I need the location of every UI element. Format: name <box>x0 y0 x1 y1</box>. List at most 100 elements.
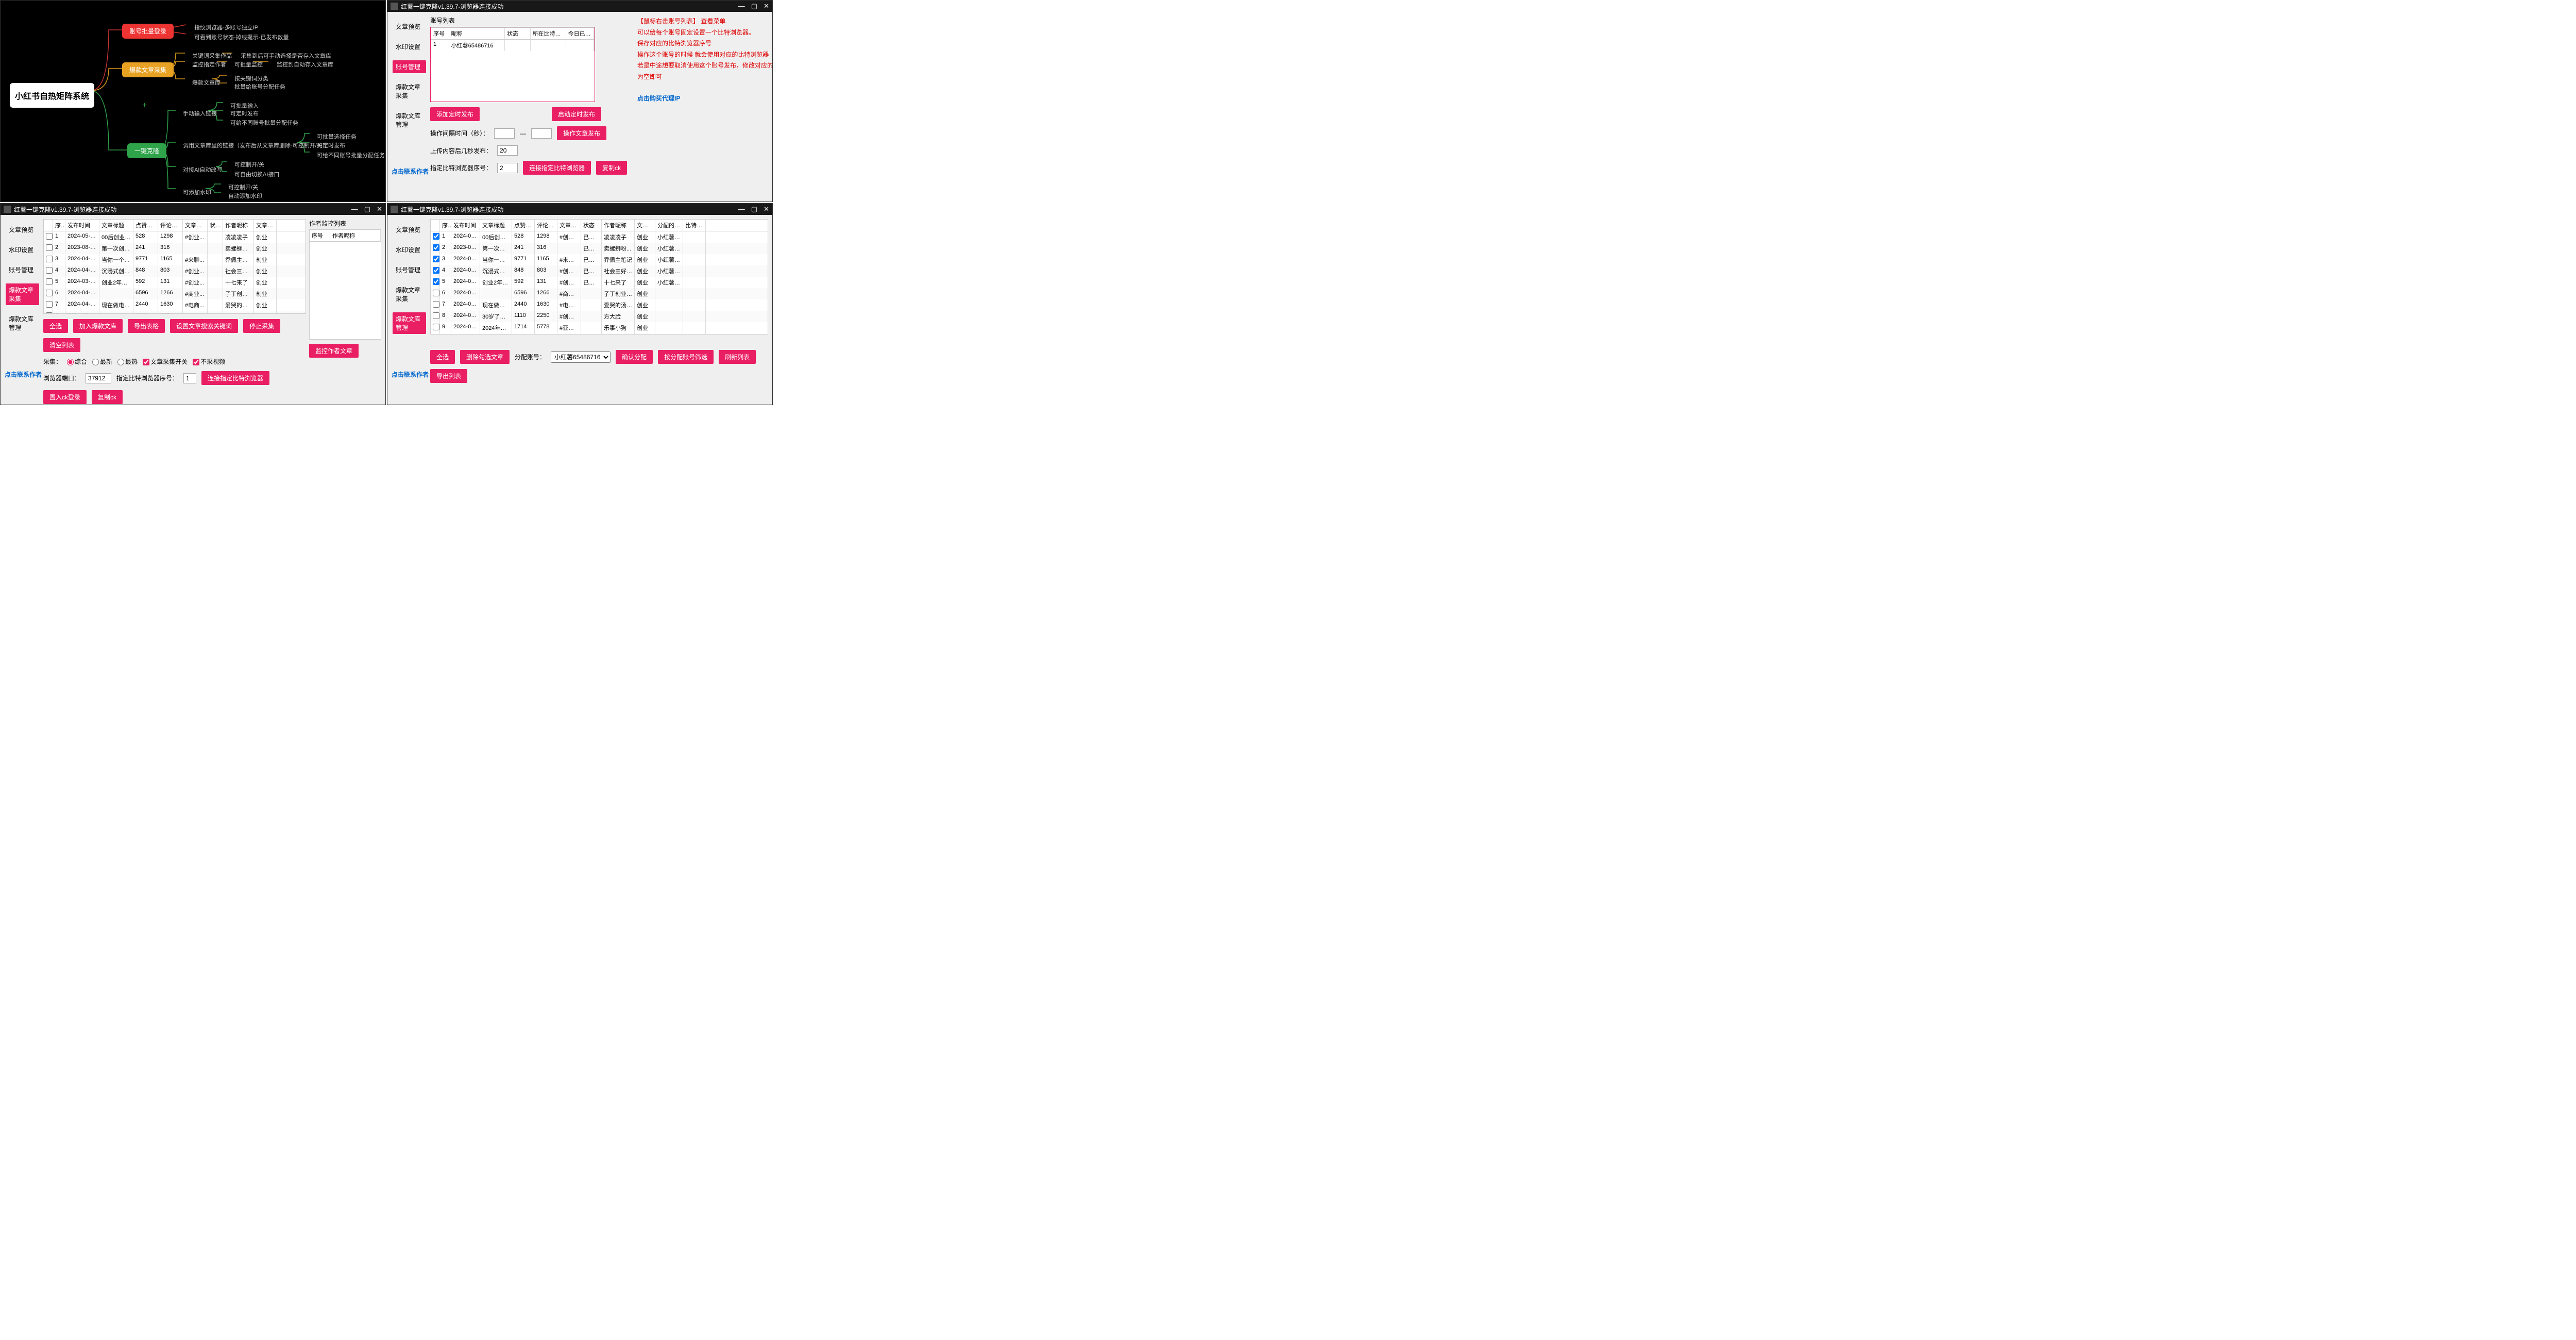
min-icon[interactable]: — <box>738 2 745 10</box>
library-window: 红薯一键克隆v1.39.7-浏览器连接成功—▢✕ 文章预览水印设置账号管理爆款文… <box>387 203 773 405</box>
refresh-button[interactable]: 刷新列表 <box>719 350 756 364</box>
chk-collect-toggle[interactable]: 文章采集开关 <box>143 357 188 366</box>
sidebar-item[interactable]: 爆款文章采集 <box>393 283 426 305</box>
copy-ck-button[interactable]: 复制ck <box>92 390 123 404</box>
close-icon[interactable]: ✕ <box>377 205 382 213</box>
table-row[interactable]: 42024-04-...沉浸式创业...848803#创业...已分配社会三好青… <box>430 265 768 277</box>
sidebar-item[interactable]: 水印设置 <box>393 243 426 256</box>
sidebar-item[interactable]: 账号管理 <box>393 263 426 276</box>
table-row[interactable]: 52024-03-13..创业2年后...592131#创业...十七来了创业 <box>43 277 306 288</box>
sidebar-item[interactable]: 文章预览 <box>6 223 39 236</box>
port-input[interactable] <box>86 373 111 383</box>
interval-min-input[interactable] <box>494 128 515 139</box>
connect-bit-button[interactable]: 连接指定比特浏览器 <box>523 161 591 175</box>
library-table-head: 序号发布时间文章标题点赞数量评论数量文章标签状态作者昵称文章分类分配的账号比特序… <box>430 219 768 231</box>
interval-max-input[interactable] <box>531 128 552 139</box>
root-node[interactable]: 小红书自热矩阵系统 <box>10 83 94 108</box>
app-icon <box>391 206 398 213</box>
sidebar-item[interactable]: 水印设置 <box>393 40 426 53</box>
sidebar-item[interactable]: 爆款文库管理 <box>393 109 426 131</box>
table-row[interactable]: 32024-04-14..当你一个月...97711165#来聊...乔佩主笔记… <box>43 254 306 265</box>
chk-no-video[interactable]: 不采视频 <box>193 357 225 366</box>
table-row[interactable]: 82024-03-19..30岁了，没...11102250#创业...方大脸创… <box>43 311 306 314</box>
node-one-click-clone[interactable]: 一键克隆 <box>127 143 166 158</box>
sidebar-item[interactable]: 账号管理 <box>393 60 426 73</box>
set-keyword-button[interactable]: 设置文章搜索关键词 <box>170 319 238 333</box>
table-row[interactable]: 42024-04-12..沉浸式创业...848803#创业...社会三好青年创… <box>43 265 306 277</box>
table-row[interactable]: 72024-04-...现在做电商...24401630#电商...爱哭的汤姆猫… <box>430 299 768 311</box>
app-icon <box>391 3 398 10</box>
articles-table-head: 序号发布时间文章标题点赞数量评论数量文章标签状态作者昵称文章分类 <box>43 219 306 231</box>
account-row[interactable]: 1 小红薯65486716 <box>431 40 595 51</box>
import-ck-button[interactable]: 置入ck登录 <box>43 390 87 404</box>
table-row[interactable]: 22023-08-31..第一次创业...241316卖螺蛳粉...创业 <box>43 243 306 254</box>
node-account-login[interactable]: 账号批量登录 <box>122 24 174 39</box>
bit-idx-input[interactable] <box>497 163 518 173</box>
copy-ck-button[interactable]: 复制ck <box>596 161 627 175</box>
assign-account-select[interactable]: 小红薯65486716 <box>551 351 611 363</box>
max-icon[interactable]: ▢ <box>751 205 757 213</box>
opt-hottest[interactable]: 最热 <box>117 357 138 366</box>
leaf: 可给不同账号批量分配任务 <box>223 115 306 130</box>
min-icon[interactable]: — <box>351 205 358 213</box>
stop-button[interactable]: 停止采集 <box>243 319 280 333</box>
connect-bit-button[interactable]: 连接指定比特浏览器 <box>201 371 269 385</box>
sidebar-item[interactable]: 爆款文库管理 <box>6 312 39 334</box>
table-row[interactable]: 62024-04-05..65961266#商业...子丁创业笔记创业 <box>43 288 306 299</box>
min-icon[interactable]: — <box>738 205 745 213</box>
contact-link[interactable]: 点击联系作者 <box>392 370 429 379</box>
monitor-author-button[interactable]: 监控作者文章 <box>309 344 359 358</box>
add-node-icon[interactable]: + <box>142 101 147 110</box>
buy-ip-link[interactable]: 点击购买代理IP <box>637 93 772 105</box>
filter-button[interactable]: 按分配账号筛选 <box>658 350 714 364</box>
export-button[interactable]: 导出列表 <box>430 369 467 383</box>
monitor-header: 作者监控列表 <box>309 219 381 228</box>
leaf: 监控到自动存入文章库 <box>269 57 341 72</box>
sidebar-item[interactable]: 水印设置 <box>6 243 39 256</box>
sidebar-item[interactable]: 爆款文章采集 <box>393 80 426 102</box>
start-timer-button[interactable]: 启动定时发布 <box>552 107 601 121</box>
bit-input[interactable] <box>183 373 196 383</box>
port-label: 浏览器端口： <box>43 374 80 382</box>
selall-button[interactable]: 全选 <box>430 350 455 364</box>
node-article-collect[interactable]: 爆款文章采集 <box>122 62 174 77</box>
opt-comprehensive[interactable]: 综合 <box>67 357 87 366</box>
confirm-assign-button[interactable]: 确认分配 <box>616 350 653 364</box>
max-icon[interactable]: ▢ <box>364 205 370 213</box>
table-row[interactable]: 22023-08-...第一次创业...241316已分配卖螺蛳粉...创业小红… <box>430 243 768 254</box>
mindmap-panel: 小红书自热矩阵系统 账号批量登录 爆款文章采集 一键克隆 + 指纹浏览器-多账号… <box>0 0 386 202</box>
table-row[interactable]: 92024-04-...2024年普通...17145778#亚马...乐事小狗… <box>430 322 768 333</box>
sidebar-item[interactable]: 文章预览 <box>393 20 426 33</box>
assign-label: 分配账号： <box>515 353 546 361</box>
export-button[interactable]: 导出表格 <box>128 319 165 333</box>
table-row[interactable]: 82024-03-...30岁了，没...11102250#创业...方大脸创业 <box>430 311 768 322</box>
table-row[interactable]: 32024-04-...当你一个月...97711165#来聊...已分配乔佩主… <box>430 254 768 265</box>
close-icon[interactable]: ✕ <box>764 2 769 10</box>
sidebar-item[interactable]: 账号管理 <box>6 263 39 276</box>
table-row[interactable]: 12024-05-04..00后创业交流5281298#创业...凌凌凌子创业 <box>43 231 306 243</box>
sidebar-item[interactable]: 爆款文章采集 <box>6 283 39 305</box>
table-row[interactable]: 52024-03-...创业2年后...592131#创业...已分配十七来了创… <box>430 277 768 288</box>
table-row[interactable]: 62024-04-...65961266#商业...子丁创业笔记创业 <box>430 288 768 299</box>
clear-button[interactable]: 清空列表 <box>43 338 80 352</box>
contact-link[interactable]: 点击联系作者 <box>392 167 429 176</box>
collect-label: 采集： <box>43 357 62 366</box>
add-timer-button[interactable]: 添加定时发布 <box>430 107 480 121</box>
upload-delay-input[interactable] <box>497 145 518 156</box>
sidebar-item[interactable]: 爆款文库管理 <box>393 312 426 334</box>
op-publish-button[interactable]: 操作文章发布 <box>557 126 606 140</box>
table-row[interactable]: 102024-01-...偏门小众赛...4856954#行业...小红薯664… <box>430 333 768 334</box>
contact-link[interactable]: 点击联系作者 <box>5 370 42 379</box>
max-icon[interactable]: ▢ <box>751 2 757 10</box>
opt-newest[interactable]: 最新 <box>92 357 112 366</box>
leaf: 可给不同账号批量分配任务 <box>310 148 386 162</box>
delete-button[interactable]: 删除勾选文章 <box>460 350 510 364</box>
leaf: 监控指定作者 <box>185 57 233 72</box>
sidebar-item[interactable]: 文章预览 <box>393 223 426 236</box>
close-icon[interactable]: ✕ <box>764 205 769 213</box>
add-lib-button[interactable]: 加入爆款文库 <box>73 319 123 333</box>
leaf: 可批量监控 <box>227 57 270 72</box>
table-row[interactable]: 12024-05-...00后创业交流5281298#创业...已分配凌凌凌子创… <box>430 231 768 243</box>
table-row[interactable]: 72024-04-05..现在做电商...24401630#电商...爱哭的汤姆… <box>43 299 306 311</box>
selall-button[interactable]: 全选 <box>43 319 68 333</box>
